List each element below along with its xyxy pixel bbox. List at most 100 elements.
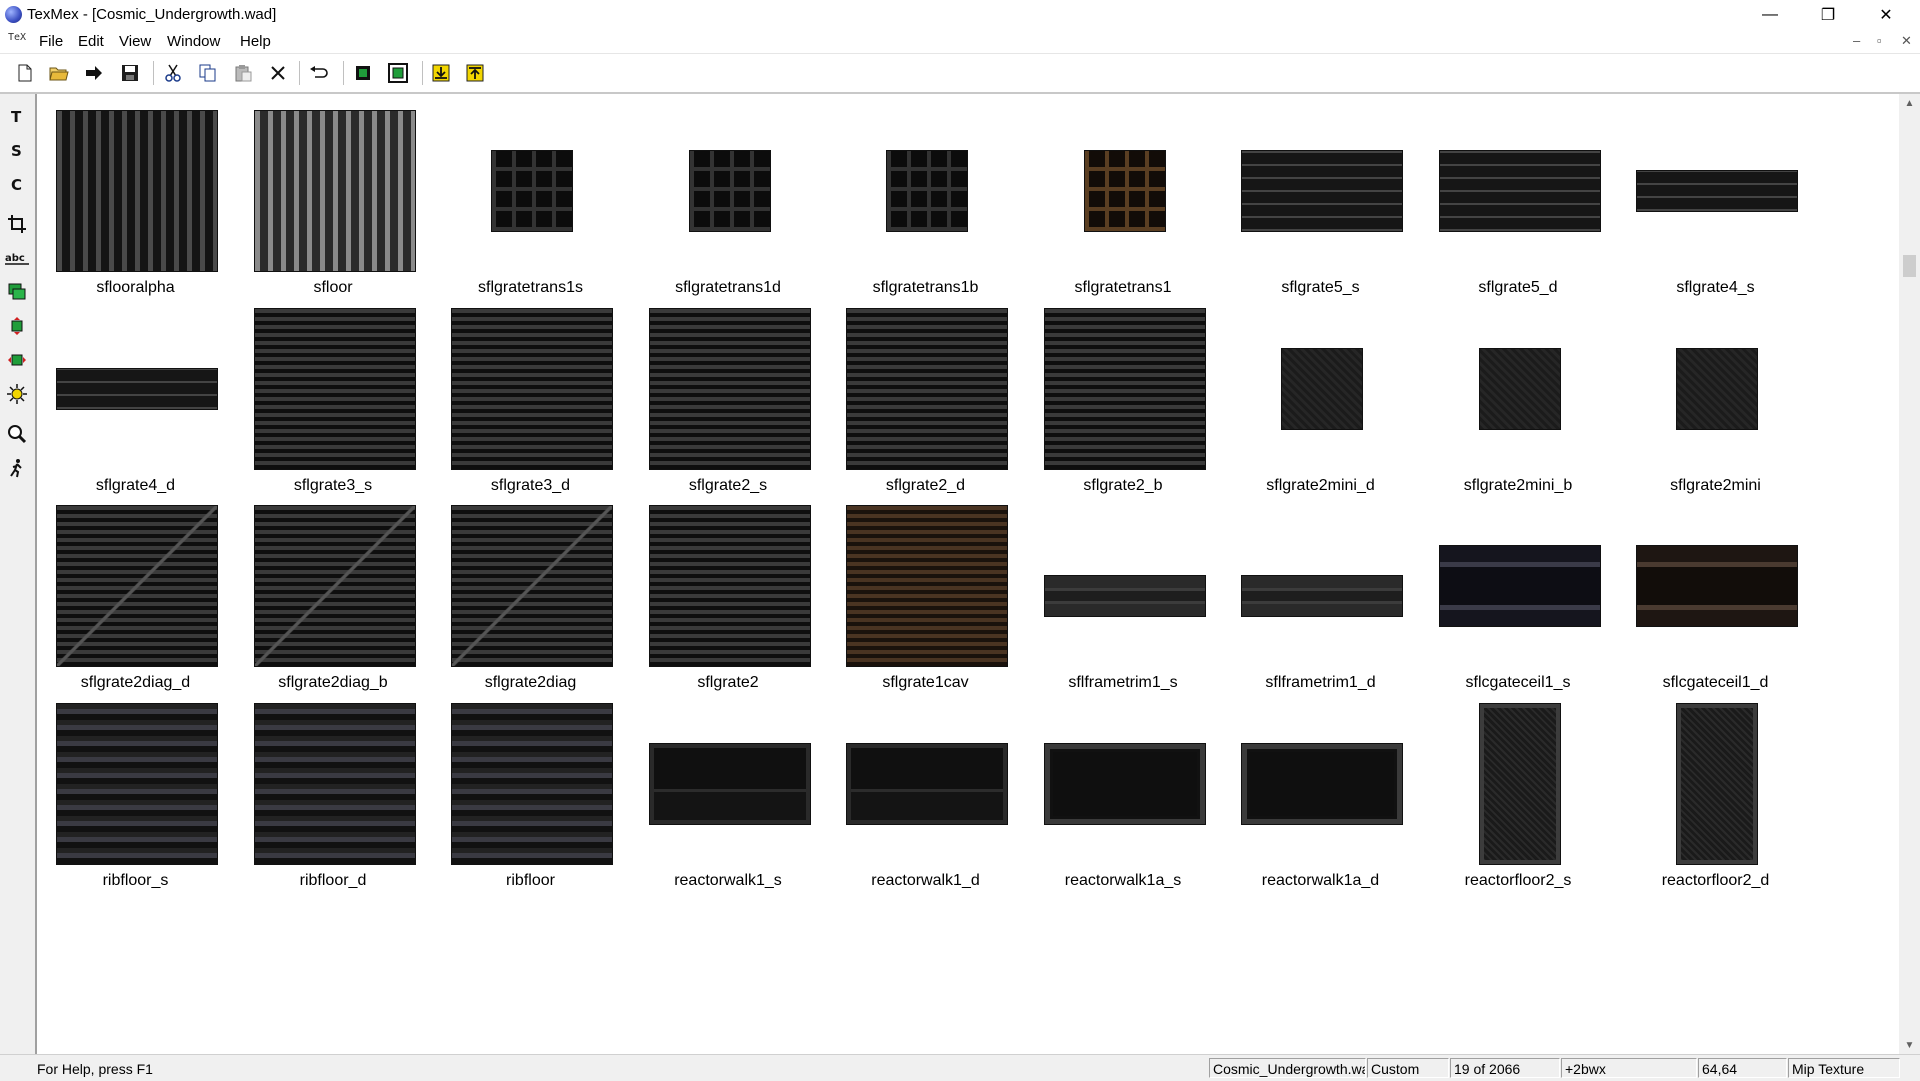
texture-tile[interactable]: sflgratetrans1	[1025, 94, 1222, 296]
texture-thumbnail[interactable]	[1043, 575, 1206, 617]
texture-thumbnail[interactable]	[253, 505, 416, 667]
texture-tile[interactable]: ribfloor_s	[37, 687, 234, 889]
texture-thumbnail[interactable]	[253, 307, 416, 470]
texture-tile[interactable]: sflgrate3_d	[432, 292, 629, 494]
texture-tile[interactable]: sflgrate4_d	[37, 292, 234, 494]
texture-tile[interactable]: sflgrate2_b	[1025, 292, 1222, 494]
menu-edit[interactable]: Edit	[78, 33, 104, 50]
texture-thumbnail[interactable]	[1636, 170, 1798, 212]
texture-tile[interactable]: sflgrate2mini_d	[1222, 292, 1419, 494]
walk-icon[interactable]	[5, 456, 29, 480]
texture-thumbnail[interactable]	[688, 150, 771, 232]
cut-icon[interactable]	[161, 62, 185, 84]
s-tool-icon[interactable]: S	[5, 138, 29, 162]
texture-thumbnail[interactable]	[1083, 150, 1166, 232]
texture-thumbnail[interactable]	[886, 150, 968, 232]
brightness-icon[interactable]	[5, 382, 29, 406]
texture-tile[interactable]: reactorwalk1a_s	[1025, 687, 1222, 889]
export-texture-icon[interactable]	[463, 62, 487, 84]
texture-tile[interactable]: sflgrate2mini	[1617, 292, 1814, 494]
menu-view[interactable]: View	[119, 33, 151, 50]
mdi-restore-button[interactable]: ▫	[1877, 33, 1882, 48]
import-icon[interactable]	[82, 62, 106, 84]
texture-thumbnail[interactable]	[1043, 742, 1206, 825]
scroll-thumb[interactable]	[1903, 255, 1916, 277]
texture-tile[interactable]: sflgratetrans1b	[827, 94, 1024, 296]
texture-tile[interactable]: sflgrate1cav	[827, 489, 1024, 691]
texture-tile[interactable]: sflgrate2diag_d	[37, 489, 234, 691]
texture-tile[interactable]: sflgrate3_s	[235, 292, 432, 494]
texture-tile[interactable]: reactorwalk1_d	[827, 687, 1024, 889]
texture-thumbnail[interactable]	[56, 505, 218, 667]
texture-thumbnail[interactable]	[56, 367, 218, 410]
open-icon[interactable]	[47, 62, 71, 84]
copy-icon[interactable]	[196, 62, 220, 84]
vertical-scrollbar[interactable]: ▲ ▼	[1899, 94, 1920, 1054]
texture-thumbnail[interactable]	[1478, 347, 1561, 430]
close-button[interactable]: ✕	[1857, 0, 1915, 29]
new-icon[interactable]	[13, 62, 37, 84]
texture-thumbnail[interactable]	[1636, 545, 1798, 627]
flip-vertical-icon[interactable]	[5, 314, 29, 338]
texture-thumbnail[interactable]	[1043, 307, 1206, 470]
text-tool-icon[interactable]: T	[5, 104, 29, 128]
delete-icon[interactable]	[266, 62, 290, 84]
texture-tile[interactable]: sflgrate2	[630, 489, 827, 691]
texture-thumbnail[interactable]	[1241, 150, 1403, 232]
texture-thumbnail[interactable]	[846, 307, 1008, 470]
texture-tile[interactable]: sflgrate2_d	[827, 292, 1024, 494]
texture-tile[interactable]: sflgratetrans1s	[432, 94, 629, 296]
texture-thumbnail[interactable]	[451, 702, 613, 865]
texture-tile[interactable]: sflgrate5_d	[1420, 94, 1617, 296]
select-icon[interactable]	[351, 62, 375, 84]
c-tool-icon[interactable]: C	[5, 172, 29, 196]
texture-tile[interactable]: ribfloor	[432, 687, 629, 889]
texture-thumbnail[interactable]	[1438, 545, 1601, 627]
texture-thumbnail[interactable]	[1676, 702, 1758, 865]
flip-horizontal-icon[interactable]	[5, 348, 29, 372]
texture-tile[interactable]: sflooralpha	[37, 94, 234, 296]
texture-tile[interactable]: sfloor	[235, 94, 432, 296]
texture-tile[interactable]: ribfloor_d	[235, 687, 432, 889]
rename-icon[interactable]: abc	[5, 246, 29, 270]
texture-thumbnail[interactable]	[1438, 150, 1601, 232]
undo-icon[interactable]	[307, 62, 331, 84]
menu-help[interactable]: Help	[240, 33, 271, 50]
import-texture-icon[interactable]	[429, 62, 453, 84]
texture-tile[interactable]: reactorfloor2_s	[1420, 687, 1617, 889]
texture-thumbnail[interactable]	[491, 150, 573, 232]
texture-thumbnail[interactable]	[648, 742, 811, 825]
texture-thumbnail[interactable]	[56, 110, 218, 272]
texture-thumbnail[interactable]	[648, 307, 811, 470]
texture-thumbnail[interactable]	[1241, 575, 1403, 617]
texture-tile[interactable]: reactorwalk1_s	[630, 687, 827, 889]
menu-file[interactable]: File	[39, 33, 63, 50]
texture-thumbnail[interactable]	[1241, 742, 1403, 825]
menu-window[interactable]: Window	[167, 33, 220, 50]
texture-tile[interactable]: sflgrate2diag_b	[235, 489, 432, 691]
texture-thumbnail[interactable]	[56, 702, 218, 865]
texture-thumbnail[interactable]	[253, 110, 416, 272]
texture-tile[interactable]: reactorwalk1a_d	[1222, 687, 1419, 889]
paste-icon[interactable]	[231, 62, 255, 84]
texture-tile[interactable]: sflframetrim1_d	[1222, 489, 1419, 691]
texture-tile[interactable]: reactorfloor2_d	[1617, 687, 1814, 889]
texture-thumbnail[interactable]	[1478, 702, 1561, 865]
texture-tile[interactable]: sflgrate2diag	[432, 489, 629, 691]
texture-tile[interactable]: sflgratetrans1d	[630, 94, 827, 296]
layers-icon[interactable]	[5, 280, 29, 304]
texture-thumbnail[interactable]	[846, 505, 1008, 667]
texture-thumbnail[interactable]	[253, 702, 416, 865]
texture-tile[interactable]: sflgrate2mini_b	[1420, 292, 1617, 494]
texture-tile[interactable]: sflcgateceil1_d	[1617, 489, 1814, 691]
texture-tile[interactable]: sflgrate2_s	[630, 292, 827, 494]
texture-thumbnail[interactable]	[451, 307, 613, 470]
fit-icon[interactable]	[386, 62, 410, 84]
mdi-close-button[interactable]: ✕	[1901, 33, 1912, 49]
save-icon[interactable]	[118, 62, 142, 84]
texture-thumbnail[interactable]	[1281, 347, 1363, 430]
minimize-button[interactable]: —	[1741, 0, 1799, 29]
texture-tile[interactable]: sflcgateceil1_s	[1420, 489, 1617, 691]
scroll-up-button[interactable]: ▲	[1899, 94, 1920, 112]
texture-tile[interactable]: sflgrate5_s	[1222, 94, 1419, 296]
